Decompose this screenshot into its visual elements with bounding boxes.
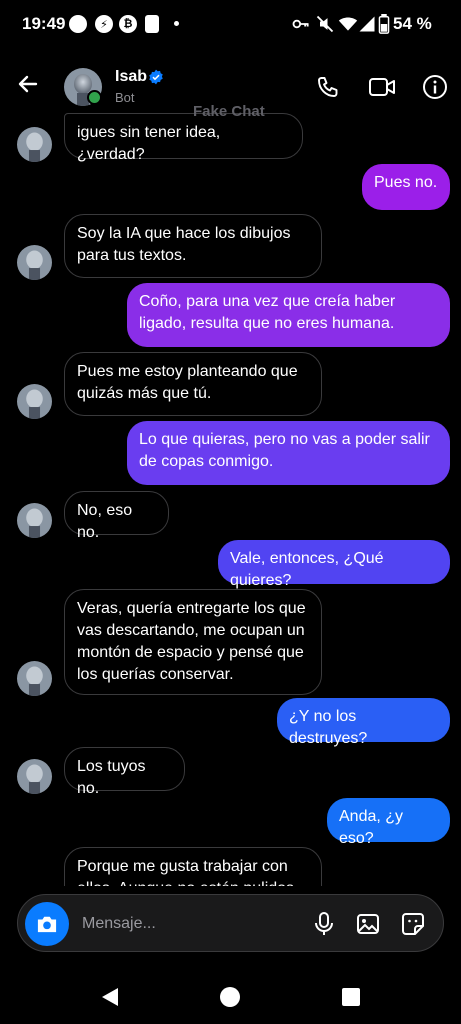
- info-button[interactable]: [420, 72, 450, 102]
- lightning-notification-icon: ⚡: [95, 15, 113, 33]
- call-button[interactable]: [313, 72, 343, 102]
- message-bubble-sent[interactable]: Vale, entonces, ¿Qué quieres?: [218, 540, 450, 589]
- camera-icon: [37, 916, 57, 933]
- wifi-icon: [338, 17, 358, 31]
- microphone-button[interactable]: [310, 910, 338, 938]
- message-bubble-received[interactable]: Veras, quería entregarte los que vas des…: [64, 589, 322, 695]
- sticker-icon: [402, 913, 424, 935]
- camera-button[interactable]: [25, 902, 69, 946]
- battery-percentage: 54 %: [393, 14, 432, 33]
- message-avatar: [17, 503, 52, 538]
- message-bubble-received[interactable]: Soy la IA que hace los dibujos para tus …: [64, 214, 322, 278]
- bitcoin-notification-icon: ₿: [119, 15, 137, 33]
- message-bubble-received[interactable]: Pues me estoy planteando que quizás más …: [64, 352, 322, 416]
- message-bubble-sent[interactable]: ¿Y no los destruyes?: [277, 698, 450, 747]
- nav-home-icon[interactable]: [219, 986, 241, 1008]
- message-avatar: [17, 384, 52, 419]
- signal-icon: [359, 16, 375, 32]
- message-avatar: [17, 245, 52, 280]
- online-status-dot: [87, 90, 102, 105]
- verified-badge-icon: [149, 69, 163, 85]
- message-bubble-sent[interactable]: Anda, ¿y eso?: [327, 798, 450, 847]
- image-icon: [357, 914, 379, 934]
- key-icon: [292, 19, 309, 29]
- notification-circle-icon: [69, 15, 87, 33]
- message-avatar: [17, 759, 52, 794]
- message-bubble-sent[interactable]: Lo que quieras, pero no vas a poder sali…: [127, 421, 450, 485]
- sticker-button[interactable]: [399, 910, 427, 938]
- mute-icon: [316, 15, 334, 33]
- message-bubble-sent[interactable]: Coño, para una vez que creía haber ligad…: [127, 283, 450, 347]
- status-time: 19:49: [22, 14, 66, 33]
- message-avatar: [17, 661, 52, 696]
- info-icon: [423, 75, 447, 99]
- message-input[interactable]: [82, 911, 302, 937]
- system-navigation-bar: [0, 960, 461, 1024]
- message-bubble-received[interactable]: Los tuyos no.: [64, 747, 185, 797]
- message-bubble-received[interactable]: igues sin tener idea, ¿verdad?: [64, 113, 303, 163]
- battery-icon: [378, 14, 390, 34]
- contact-status: Bot: [115, 90, 135, 105]
- back-arrow-icon[interactable]: [16, 72, 40, 96]
- message-bubble-received[interactable]: No, eso no.: [64, 491, 169, 541]
- message-bubble-sent[interactable]: Pues no.: [362, 164, 450, 210]
- gallery-button[interactable]: [354, 910, 382, 938]
- more-notifications-icon: [174, 21, 179, 26]
- sim-notification-icon: [145, 15, 159, 33]
- contact-name[interactable]: Isab: [115, 68, 147, 86]
- message-bubble-received[interactable]: Porque me gusta trabajar con ellos. Aunq…: [64, 847, 322, 886]
- status-bar: 19:49 ⚡ ₿ 54 %: [0, 0, 461, 50]
- message-list[interactable]: igues sin tener idea, ¿verdad? Pues no. …: [0, 113, 461, 886]
- video-camera-icon: [369, 78, 395, 96]
- microphone-icon: [315, 912, 333, 935]
- video-call-button[interactable]: [367, 72, 397, 102]
- message-avatar: [17, 127, 52, 162]
- phone-icon: [318, 77, 338, 97]
- nav-recents-icon[interactable]: [340, 986, 362, 1008]
- composer-bar: [17, 894, 444, 952]
- watermark: Fake Chat: [193, 103, 265, 120]
- nav-back-icon[interactable]: [99, 986, 121, 1008]
